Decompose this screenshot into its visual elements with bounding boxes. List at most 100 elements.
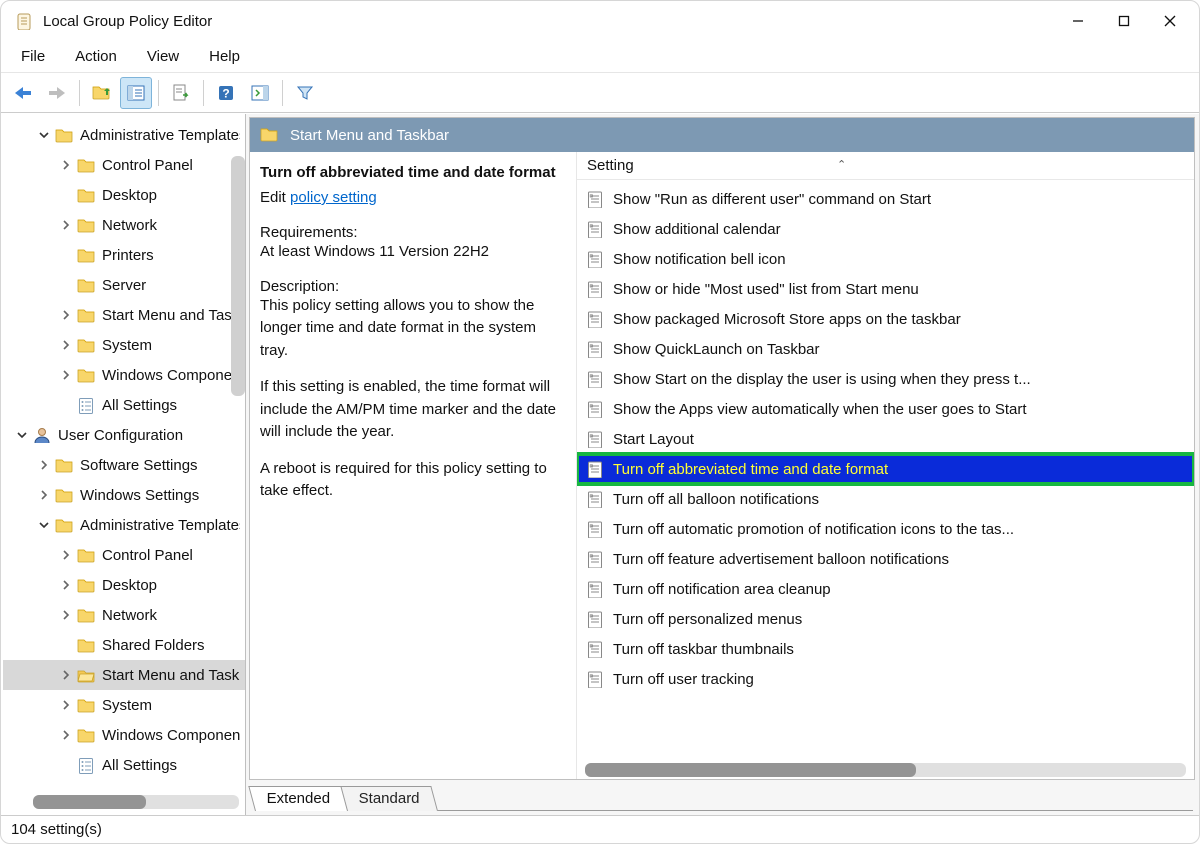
chevron-right-icon[interactable]: [36, 487, 52, 503]
chevron-right-icon[interactable]: [58, 667, 74, 683]
setting-item-label: Show the Apps view automatically when th…: [613, 401, 1027, 418]
chevron-right-icon[interactable]: [58, 547, 74, 563]
tab-extended[interactable]: Extended: [248, 786, 348, 811]
setting-item[interactable]: Show the Apps view automatically when th…: [577, 394, 1194, 424]
folder-icon: [260, 125, 280, 145]
tree-item[interactable]: Control Panel: [3, 540, 245, 570]
setting-item[interactable]: Show "Run as different user" command on …: [577, 184, 1194, 214]
setting-item[interactable]: Turn off all balloon notifications: [577, 484, 1194, 514]
tree-item[interactable]: Administrative Templates: [3, 510, 245, 540]
setting-item[interactable]: Show or hide "Most used" list from Start…: [577, 274, 1194, 304]
show-hide-action-pane-button[interactable]: [244, 77, 276, 109]
toolbar: ?: [1, 73, 1199, 113]
tree-item[interactable]: Printers: [3, 240, 245, 270]
tree-item[interactable]: Windows Settings: [3, 480, 245, 510]
tree-item[interactable]: Server: [3, 270, 245, 300]
tree-item[interactable]: Network: [3, 210, 245, 240]
tree-item[interactable]: Desktop: [3, 570, 245, 600]
setting-item[interactable]: Turn off abbreviated time and date forma…: [577, 454, 1194, 484]
setting-item[interactable]: Turn off feature advertisement balloon n…: [577, 544, 1194, 574]
chevron-right-icon[interactable]: [58, 727, 74, 743]
tree-item[interactable]: Windows Components: [3, 720, 245, 750]
chevron-right-icon[interactable]: [58, 307, 74, 323]
tree-item[interactable]: All Settings: [3, 390, 245, 420]
tree-item[interactable]: Network: [3, 600, 245, 630]
column-header-setting[interactable]: Setting: [587, 157, 634, 174]
edit-policy-link[interactable]: policy setting: [290, 189, 377, 206]
setting-item-label: Turn off all balloon notifications: [613, 491, 819, 508]
setting-item[interactable]: Start Layout: [577, 424, 1194, 454]
tree-item[interactable]: Control Panel: [3, 150, 245, 180]
tree-item[interactable]: Software Settings: [3, 450, 245, 480]
console-tree[interactable]: Administrative TemplatesControl PanelDes…: [3, 116, 245, 790]
tree-item[interactable]: System: [3, 690, 245, 720]
folder-icon: [76, 635, 96, 655]
chevron-down-icon[interactable]: [36, 517, 52, 533]
help-button[interactable]: ?: [210, 77, 242, 109]
up-one-level-button[interactable]: [86, 77, 118, 109]
tree-expander-placeholder: [58, 277, 74, 293]
close-button[interactable]: [1147, 5, 1193, 37]
chevron-down-icon[interactable]: [14, 427, 30, 443]
chevron-right-icon[interactable]: [58, 217, 74, 233]
settings-list-header[interactable]: Setting ⌃: [577, 152, 1194, 180]
menu-help[interactable]: Help: [197, 44, 252, 69]
tree-item-label: System: [102, 697, 152, 714]
forward-button[interactable]: [41, 77, 73, 109]
chevron-right-icon[interactable]: [58, 577, 74, 593]
back-button[interactable]: [7, 77, 39, 109]
folder-icon: [76, 605, 96, 625]
chevron-right-icon[interactable]: [58, 367, 74, 383]
folder-icon: [54, 455, 74, 475]
minimize-button[interactable]: [1055, 5, 1101, 37]
tree-item[interactable]: User Configuration: [3, 420, 245, 450]
setting-item[interactable]: Turn off taskbar thumbnails: [577, 634, 1194, 664]
tree-item[interactable]: All Settings: [3, 750, 245, 780]
setting-item-label: Show QuickLaunch on Taskbar: [613, 341, 820, 358]
chevron-right-icon[interactable]: [58, 697, 74, 713]
setting-item[interactable]: Show Start on the display the user is us…: [577, 364, 1194, 394]
chevron-right-icon[interactable]: [58, 337, 74, 353]
list-horizontal-scrollbar[interactable]: [585, 763, 1186, 777]
tree-expander-placeholder: [58, 397, 74, 413]
menu-file[interactable]: File: [9, 44, 57, 69]
export-list-button[interactable]: [165, 77, 197, 109]
tree-item[interactable]: Administrative Templates: [3, 120, 245, 150]
tree-item-label: Control Panel: [102, 547, 193, 564]
menu-view[interactable]: View: [135, 44, 191, 69]
tree-item[interactable]: Start Menu and Taskbar: [3, 300, 245, 330]
setting-item[interactable]: Show notification bell icon: [577, 244, 1194, 274]
settings-list[interactable]: Show "Run as different user" command on …: [577, 180, 1194, 759]
folder-icon: [76, 155, 96, 175]
tree-item-label: Administrative Templates: [80, 517, 240, 534]
sort-indicator-icon: ⌃: [837, 158, 846, 171]
setting-item[interactable]: Show packaged Microsoft Store apps on th…: [577, 304, 1194, 334]
maximize-button[interactable]: [1101, 5, 1147, 37]
chevron-down-icon[interactable]: [36, 127, 52, 143]
setting-item[interactable]: Turn off notification area cleanup: [577, 574, 1194, 604]
tree-item[interactable]: Shared Folders: [3, 630, 245, 660]
tree-item[interactable]: Windows Components: [3, 360, 245, 390]
setting-item[interactable]: Show QuickLaunch on Taskbar: [577, 334, 1194, 364]
chevron-right-icon[interactable]: [58, 607, 74, 623]
tree-item[interactable]: Desktop: [3, 180, 245, 210]
setting-item[interactable]: Turn off user tracking: [577, 664, 1194, 694]
setting-item-label: Turn off personalized menus: [613, 611, 802, 628]
menu-action[interactable]: Action: [63, 44, 129, 69]
tree-item-label: Shared Folders: [102, 637, 205, 654]
tab-standard[interactable]: Standard: [341, 786, 439, 811]
filter-button[interactable]: [289, 77, 321, 109]
edit-prefix: Edit: [260, 189, 290, 206]
setting-item[interactable]: Turn off automatic promotion of notifica…: [577, 514, 1194, 544]
tree-scrollbar[interactable]: [231, 156, 245, 396]
setting-item[interactable]: Turn off personalized menus: [577, 604, 1194, 634]
setting-item[interactable]: Show additional calendar: [577, 214, 1194, 244]
chevron-right-icon[interactable]: [36, 457, 52, 473]
tree-item[interactable]: System: [3, 330, 245, 360]
chevron-right-icon[interactable]: [58, 157, 74, 173]
folder-open-icon: [76, 665, 96, 685]
user-icon: [32, 425, 52, 445]
tree-item[interactable]: Start Menu and Taskbar: [3, 660, 245, 690]
show-hide-console-tree-button[interactable]: [120, 77, 152, 109]
tree-horizontal-scrollbar[interactable]: [33, 795, 239, 809]
